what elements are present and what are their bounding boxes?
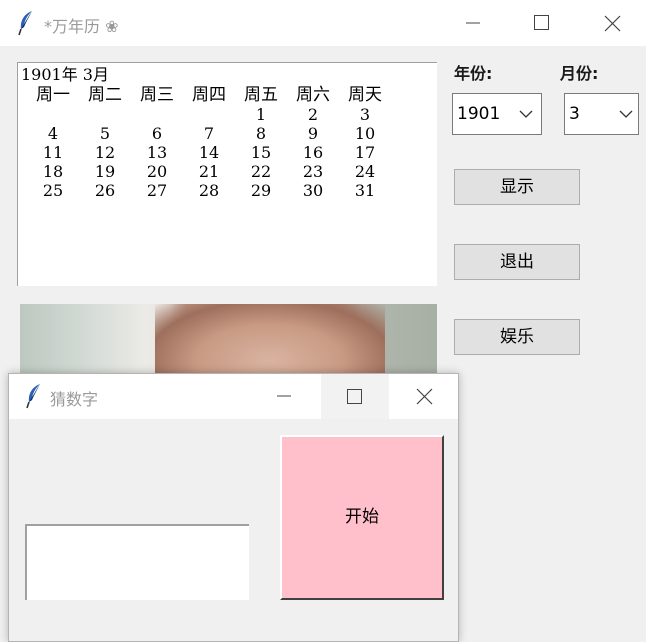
calendar-day: 9 bbox=[307, 124, 319, 143]
popup-title: 猜数字 bbox=[50, 390, 99, 409]
calendar-day: 14 bbox=[198, 143, 220, 162]
calendar-day: 30 bbox=[302, 181, 324, 200]
calendar-day bbox=[131, 105, 183, 124]
calendar-day: 7 bbox=[203, 124, 215, 143]
close-icon bbox=[416, 388, 433, 405]
calendar-day: 13 bbox=[146, 143, 168, 162]
calendar-day: 21 bbox=[198, 162, 220, 181]
weekday-label: 周六 bbox=[296, 85, 330, 105]
weekday-label: 周三 bbox=[140, 85, 174, 105]
calendar-heading: 1901年 3月 bbox=[21, 65, 109, 84]
popup-title-bar[interactable]: 猜数字 bbox=[9, 374, 458, 419]
calendar-day: 2 bbox=[307, 105, 319, 124]
maximize-icon bbox=[534, 15, 549, 30]
minimize-icon bbox=[277, 395, 291, 397]
popup-minimize-button[interactable] bbox=[261, 374, 307, 419]
popup-maximize-button[interactable] bbox=[321, 374, 389, 419]
calendar-day: 18 bbox=[42, 162, 64, 181]
weekday-label: 周天 bbox=[348, 85, 382, 105]
close-icon bbox=[604, 15, 621, 32]
month-select-value: 3 bbox=[569, 104, 580, 124]
guess-input[interactable] bbox=[25, 524, 249, 600]
maximize-icon bbox=[347, 389, 362, 404]
calendar-day: 19 bbox=[94, 162, 116, 181]
minimize-button[interactable] bbox=[450, 0, 496, 46]
year-select[interactable]: 1901 bbox=[452, 93, 542, 135]
calendar-day: 29 bbox=[250, 181, 272, 200]
photo-image bbox=[20, 304, 437, 374]
start-button[interactable]: 开始 bbox=[280, 435, 444, 600]
calendar-day: 23 bbox=[302, 162, 324, 181]
month-label: 月份: bbox=[560, 64, 599, 83]
maximize-button[interactable] bbox=[519, 0, 565, 46]
calendar-day: 1 bbox=[255, 105, 267, 124]
chevron-down-icon bbox=[519, 110, 533, 118]
calendar-day: 6 bbox=[151, 124, 163, 143]
calendar-day: 5 bbox=[99, 124, 111, 143]
calendar-day: 3 bbox=[359, 105, 371, 124]
calendar-day: 20 bbox=[146, 162, 168, 181]
exit-button[interactable]: 退出 bbox=[454, 244, 580, 280]
calendar-day: 16 bbox=[302, 143, 324, 162]
calendar-day bbox=[183, 105, 235, 124]
calendar-day: 26 bbox=[94, 181, 116, 200]
calendar-day: 25 bbox=[42, 181, 64, 200]
year-select-value: 1901 bbox=[457, 104, 501, 124]
show-button[interactable]: 显示 bbox=[454, 169, 580, 205]
year-label: 年份: bbox=[454, 64, 493, 83]
calendar-day bbox=[27, 105, 79, 124]
calendar-text[interactable]: 1901年 3月 周一 周二 周三 周四 周五 周六 周天 1234567891… bbox=[17, 62, 437, 286]
calendar-day: 8 bbox=[255, 124, 267, 143]
calendar-day: 10 bbox=[354, 124, 376, 143]
calendar-day: 27 bbox=[146, 181, 168, 200]
guess-number-window: 猜数字 开始 bbox=[8, 373, 459, 642]
chevron-down-icon bbox=[619, 110, 633, 118]
calendar-day: 31 bbox=[354, 181, 376, 200]
month-select[interactable]: 3 bbox=[564, 93, 639, 135]
weekday-label: 周五 bbox=[244, 85, 278, 105]
calendar-day: 4 bbox=[47, 124, 59, 143]
feather-icon bbox=[16, 10, 36, 36]
calendar-day: 15 bbox=[250, 143, 272, 162]
photo-portrait bbox=[155, 304, 385, 374]
window-title: *万年历 ❀ bbox=[44, 17, 119, 36]
minimize-icon bbox=[466, 22, 480, 24]
feather-icon bbox=[24, 383, 44, 409]
title-bar[interactable]: *万年历 ❀ bbox=[0, 0, 646, 46]
weekday-label: 周一 bbox=[36, 85, 70, 105]
close-button[interactable] bbox=[589, 0, 635, 46]
popup-close-button[interactable] bbox=[401, 374, 447, 419]
calendar-day: 24 bbox=[354, 162, 376, 181]
calendar-day: 17 bbox=[354, 143, 376, 162]
calendar-day: 22 bbox=[250, 162, 272, 181]
calendar-day bbox=[79, 105, 131, 124]
weekday-label: 周四 bbox=[192, 85, 226, 105]
calendar-day: 28 bbox=[198, 181, 220, 200]
calendar-day: 11 bbox=[42, 143, 64, 162]
entertainment-button[interactable]: 娱乐 bbox=[454, 319, 580, 355]
weekday-label: 周二 bbox=[88, 85, 122, 105]
calendar-day: 12 bbox=[94, 143, 116, 162]
